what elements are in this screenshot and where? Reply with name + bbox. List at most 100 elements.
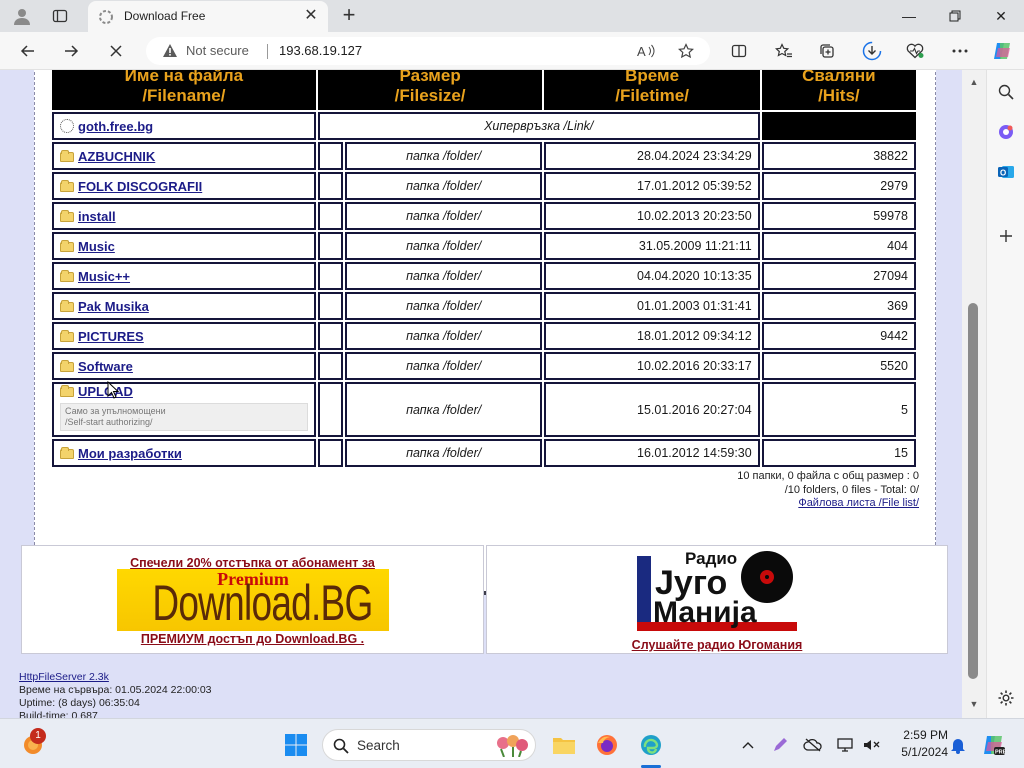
- browser-essentials-icon[interactable]: [903, 40, 927, 62]
- sidebar-copilot-app-icon[interactable]: [994, 120, 1018, 144]
- hits-cell: 404: [761, 232, 916, 260]
- start-windows-icon[interactable]: [283, 732, 309, 758]
- header-hits-en: /Hits/: [818, 86, 860, 105]
- radio-yugomania-logo[interactable]: Радио Југо Манија: [637, 548, 807, 636]
- folder-name-cell: PICTURES: [52, 322, 316, 350]
- firefox-icon[interactable]: [594, 732, 620, 758]
- folder-link[interactable]: Software: [78, 359, 133, 374]
- table-row-link: goth.free.bg Хипервръзка /Link/: [52, 112, 916, 140]
- header-filesize[interactable]: Размер/Filesize/: [317, 70, 543, 110]
- new-tab-icon[interactable]: +: [338, 4, 360, 26]
- volume-muted-icon[interactable]: [858, 732, 884, 758]
- radio-yugomania-banner[interactable]: Радио Југо Манија Слушайте радио Югомани…: [486, 545, 948, 654]
- warning-icon[interactable]: [162, 43, 178, 59]
- download-bg-banner[interactable]: Спечели 20% отстъпка от абонамент за Pre…: [21, 545, 484, 654]
- table-row[interactable]: Pak Musika папка /folder/01.01.2003 01:31…: [52, 292, 916, 320]
- show-hidden-icons-icon[interactable]: [735, 732, 761, 758]
- tab-active[interactable]: Download Free ✕: [88, 1, 328, 32]
- scroll-thumb[interactable]: [968, 303, 978, 679]
- blank-cell: [317, 232, 343, 260]
- folder-link[interactable]: UPLOAD: [78, 384, 133, 399]
- tab-close-icon[interactable]: ✕: [302, 7, 320, 25]
- svg-text:PRE: PRE: [995, 750, 1005, 756]
- table-row[interactable]: Мои разработки папка /folder/16.01.2012 1…: [52, 439, 916, 467]
- onedrive-tray-icon[interactable]: [800, 732, 826, 758]
- folder-type-cell: папка /folder/: [344, 142, 543, 170]
- blank-cell: [317, 262, 343, 290]
- notification-bell-icon[interactable]: [945, 732, 971, 758]
- table-row[interactable]: FOLK DISCOGRAFII папка /folder/17.01.2012…: [52, 172, 916, 200]
- header-filetime[interactable]: Време/Filetime/: [544, 70, 760, 110]
- more-options-icon[interactable]: [948, 40, 972, 62]
- tab-actions-icon[interactable]: [49, 5, 71, 27]
- table-row[interactable]: Music++ папка /folder/04.04.2020 10:13:35…: [52, 262, 916, 290]
- folder-link[interactable]: FOLK DISCOGRAFII: [78, 179, 202, 194]
- taskbar-search-box[interactable]: Search: [322, 729, 536, 761]
- not-secure-label[interactable]: Not secure: [186, 43, 249, 58]
- folder-link[interactable]: install: [78, 209, 116, 224]
- folder-link[interactable]: PICTURES: [78, 329, 144, 344]
- copilot-taskbar-icon[interactable]: PRE: [980, 732, 1006, 758]
- downloads-icon[interactable]: [860, 40, 884, 62]
- scroll-down-icon[interactable]: ▼: [967, 698, 981, 710]
- url-text[interactable]: 193.68.19.127: [279, 43, 362, 58]
- folder-link[interactable]: Music++: [78, 269, 130, 284]
- table-row[interactable]: PICTURES папка /folder/18.01.2012 09:34:1…: [52, 322, 916, 350]
- address-separator: [267, 44, 268, 59]
- hits-cell: 9442: [761, 322, 916, 350]
- folder-link[interactable]: AZBUCHNIK: [78, 149, 155, 164]
- table-row[interactable]: Software папка /folder/10.02.2016 20:33:1…: [52, 352, 916, 380]
- folder-name-cell: Software: [52, 352, 316, 380]
- edge-taskbar-icon[interactable]: [638, 732, 664, 758]
- copilot-icon[interactable]: [990, 40, 1014, 62]
- table-row[interactable]: install папка /folder/10.02.2013 20:23:50…: [52, 202, 916, 230]
- table-row[interactable]: UPLOAD Само за упълномощени/Self-start au…: [52, 382, 916, 437]
- back-icon[interactable]: [15, 39, 41, 63]
- tab-title: Download Free: [124, 9, 206, 23]
- table-row[interactable]: AZBUCHNIK папка /folder/28.04.2024 23:34:…: [52, 142, 916, 170]
- taskbar-clock[interactable]: 2:59 PM 5/1/2024: [888, 727, 948, 761]
- network-icon[interactable]: [832, 732, 858, 758]
- table-row[interactable]: Music папка /folder/31.05.2009 11:21:11 40…: [52, 232, 916, 260]
- restore-icon[interactable]: [932, 0, 978, 32]
- folder-link[interactable]: Мои разработки: [78, 446, 182, 461]
- listing-summary: 10 папки, 0 файла с общ размер : 0 /10 f…: [737, 470, 919, 511]
- forward-icon[interactable]: [58, 39, 84, 63]
- split-screen-icon[interactable]: [727, 40, 751, 62]
- sidebar-settings-icon[interactable]: [994, 686, 1018, 710]
- stop-loading-icon[interactable]: [103, 39, 129, 63]
- sidebar-add-icon[interactable]: [994, 224, 1018, 248]
- banner-discount-link[interactable]: Спечели 20% отстъпка от абонамент за: [22, 556, 483, 570]
- page-viewport: Име на файла/Filename/ Размер/Filesize/ …: [0, 70, 962, 718]
- goth-link[interactable]: goth.free.bg: [78, 119, 153, 134]
- header-filename-bg: Име на файла: [124, 70, 244, 85]
- favorite-star-icon[interactable]: [676, 42, 696, 60]
- sidebar-search-icon[interactable]: [994, 80, 1018, 104]
- download-bg-logo[interactable]: Premium Download.BG: [117, 569, 389, 631]
- minimize-icon[interactable]: —: [886, 0, 932, 32]
- file-list-link[interactable]: Файлова листа /File list/: [798, 497, 919, 509]
- radio-listen-link[interactable]: Слушайте радио Югомания: [487, 638, 947, 652]
- close-window-icon[interactable]: ✕: [978, 0, 1024, 32]
- httpfileserver-link[interactable]: HttpFileServer 2.3k: [19, 671, 109, 683]
- pen-tray-icon[interactable]: [767, 732, 793, 758]
- folder-link[interactable]: Pak Musika: [78, 299, 149, 314]
- vertical-scrollbar[interactable]: ▲ ▼: [962, 70, 986, 718]
- read-aloud-icon[interactable]: A: [636, 42, 656, 60]
- summary-line-en: /10 folders, 0 files - Total: 0/: [784, 483, 919, 496]
- banner-premium-link[interactable]: ПРЕМИУМ достъп до Download.BG .: [22, 632, 483, 646]
- header-filesize-bg: Размер: [399, 70, 461, 85]
- collections-icon[interactable]: [815, 40, 839, 62]
- sidebar-outlook-icon[interactable]: O: [994, 160, 1018, 184]
- favorites-icon[interactable]: [772, 40, 796, 62]
- hits-cell: 369: [761, 292, 916, 320]
- folder-icon: [60, 209, 74, 222]
- header-filename[interactable]: Име на файла/Filename/: [52, 70, 316, 110]
- scroll-up-icon[interactable]: ▲: [967, 76, 981, 88]
- file-explorer-icon[interactable]: [551, 732, 577, 758]
- folder-link[interactable]: Music: [78, 239, 115, 254]
- header-hits[interactable]: Сваляни/Hits/: [761, 70, 916, 110]
- profile-icon[interactable]: [11, 5, 33, 27]
- address-bar[interactable]: Not secure 193.68.19.127 A: [146, 37, 710, 65]
- folder-icon: [60, 179, 74, 192]
